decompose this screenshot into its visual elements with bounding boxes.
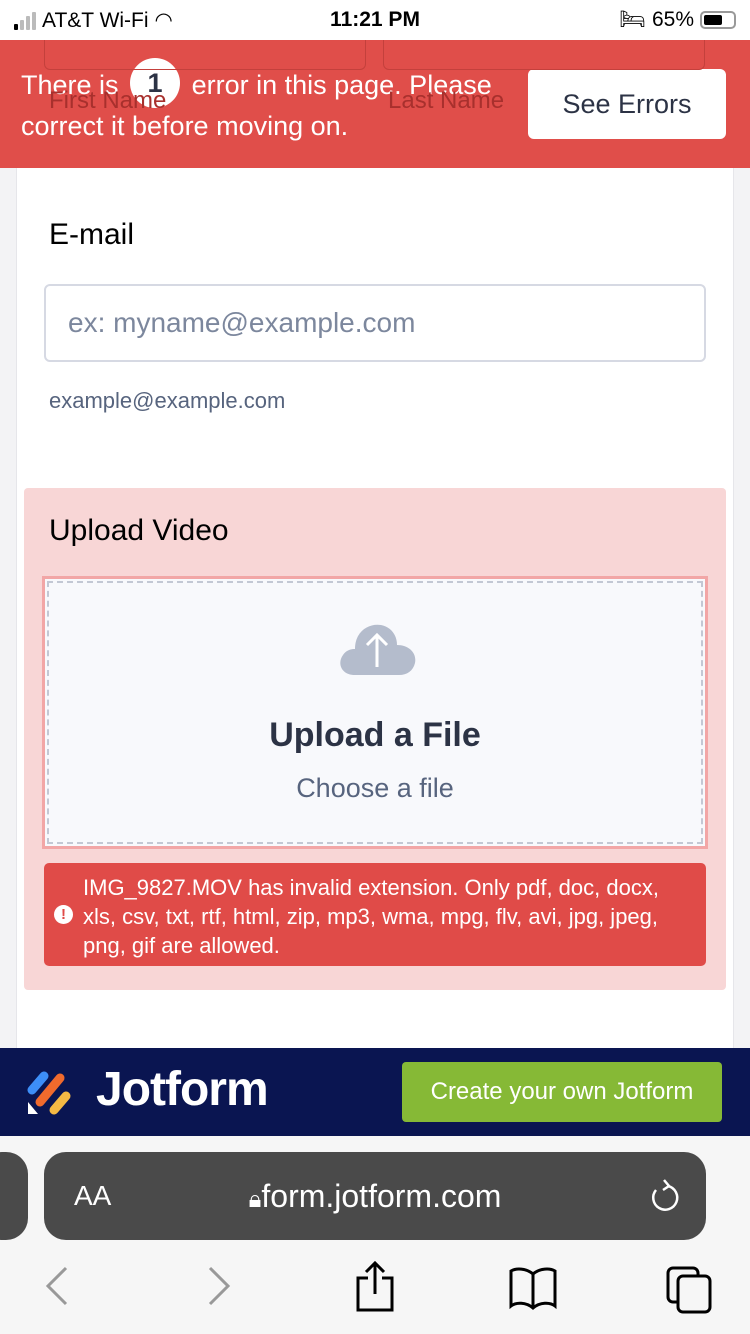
first-name-label: First Name [49,87,167,114]
browser-toolbar: AA 🔒︎form.jotform.com [0,1136,750,1334]
forward-icon[interactable] [206,1266,232,1306]
email-sublabel: example@example.com [49,388,286,413]
first-name-input[interactable] [44,40,366,70]
upload-error: ! IMG_9827.MOV has invalid extension. On… [44,863,706,966]
upload-label: Upload Video [49,514,229,547]
email-label: E-mail [49,218,135,251]
email-input[interactable] [44,284,706,362]
back-icon[interactable] [44,1266,70,1306]
sleep-icon: 🛏 [619,8,646,31]
tabs-icon[interactable] [666,1266,714,1314]
share-icon[interactable] [354,1260,396,1312]
last-name-label: Last Name [388,87,505,114]
url-text: form.jotform.com [261,1178,502,1214]
jotform-brand[interactable]: Jotform [96,1062,269,1117]
see-errors-button[interactable]: See Errors [528,69,726,139]
lock-icon: 🔒︎ [248,1186,262,1213]
upload-title: Upload a File [269,716,481,754]
jotform-logo-icon [27,1071,71,1115]
cloud-upload-icon [340,624,416,675]
last-name-input[interactable] [383,40,705,70]
upload-error-text: IMG_9827.MOV has invalid extension. Only… [83,875,659,958]
reload-icon[interactable] [648,1178,680,1214]
status-bar: AT&T Wi-Fi ◠ 11:21 PM 🛏 65% [0,0,750,40]
alert-icon: ! [54,905,73,924]
address-bar[interactable]: AA 🔒︎form.jotform.com [44,1152,706,1240]
choose-file-link[interactable]: Choose a file [45,773,705,804]
battery-percent: 65% [651,8,694,31]
jotform-footer: Jotform Create your own Jotform [0,1048,750,1136]
battery-icon [700,11,736,29]
file-dropzone[interactable]: Upload a File Choose a file [42,576,708,849]
previous-tab[interactable] [0,1152,28,1240]
create-jotform-button[interactable]: Create your own Jotform [402,1062,722,1122]
bookmarks-icon[interactable] [508,1266,558,1310]
